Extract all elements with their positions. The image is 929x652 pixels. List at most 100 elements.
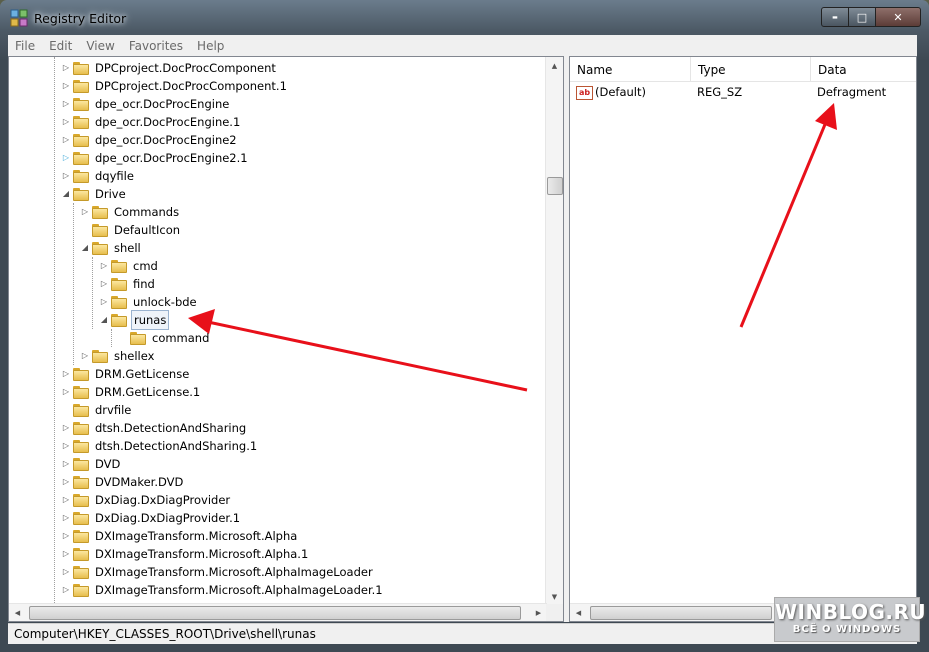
tree-vertical-scrollbar[interactable]: ▲ ▼: [545, 57, 563, 605]
expand-icon[interactable]: ▷: [61, 441, 71, 451]
tree-item[interactable]: ▷ DxDiag.DxDiagProvider: [61, 491, 232, 509]
scroll-thumb[interactable]: [547, 177, 563, 195]
scroll-thumb[interactable]: [590, 606, 772, 620]
tree-item-label: DxDiag.DxDiagProvider.1: [95, 511, 241, 525]
expand-icon[interactable]: ▷: [61, 387, 71, 397]
collapse-icon[interactable]: ◢: [99, 315, 109, 325]
expand-icon[interactable]: ▷: [99, 279, 109, 289]
tree-item[interactable]: ▷ dpe_ocr.DocProcEngine2.1: [61, 149, 250, 167]
folder-icon: [73, 439, 89, 453]
scroll-thumb[interactable]: [29, 606, 521, 620]
value-row[interactable]: ab (Default) REG_SZ Defragment: [570, 83, 916, 101]
tree-item[interactable]: ▷ DXImageTransform.Microsoft.AlphaImageLo…: [61, 563, 375, 581]
tree-horizontal-scrollbar[interactable]: ◀ ▶: [9, 603, 547, 621]
folder-icon: [73, 367, 89, 381]
tree-item-label: dpe_ocr.DocProcEngine: [95, 97, 230, 111]
tree-item-label: unlock-bde: [133, 295, 197, 309]
menu-bar: File Edit View Favorites Help: [8, 35, 917, 56]
expand-icon[interactable]: ▷: [61, 99, 71, 109]
menu-view[interactable]: View: [79, 39, 121, 53]
menu-help[interactable]: Help: [190, 39, 231, 53]
expand-icon[interactable]: ▷: [61, 135, 71, 145]
scroll-left-icon[interactable]: ◀: [570, 604, 587, 621]
tree-item[interactable]: ▷ DxDiag.DxDiagProvider.1: [61, 509, 242, 527]
tree-item[interactable]: ▷ find: [99, 275, 157, 293]
tree-item[interactable]: ▷ dpe_ocr.DocProcEngine: [61, 95, 231, 113]
expand-icon[interactable]: ▷: [61, 513, 71, 523]
menu-favorites[interactable]: Favorites: [122, 39, 190, 53]
expand-icon[interactable]: ▷: [61, 549, 71, 559]
expand-icon[interactable]: ▷: [80, 351, 90, 361]
column-header-data[interactable]: Data: [811, 57, 916, 81]
maximize-icon: □: [856, 10, 868, 24]
tree-item[interactable]: ▷ DXImageTransform.Microsoft.Alpha.1: [61, 545, 310, 563]
tree-item-label: cmd: [133, 259, 158, 273]
expand-icon[interactable]: ▷: [61, 369, 71, 379]
expand-icon[interactable]: ▷: [61, 423, 71, 433]
tree-item[interactable]: ▷ dqyfile: [61, 167, 136, 185]
expand-icon[interactable]: ▷: [61, 567, 71, 577]
tree-item-label: DRM.GetLicense: [95, 367, 190, 381]
tree-item[interactable]: ◢ shell: [80, 239, 143, 257]
tree-item[interactable]: ▷ dtsh.DetectionAndSharing: [61, 419, 248, 437]
expand-icon[interactable]: ▷: [61, 531, 71, 541]
folder-icon: [73, 421, 89, 435]
tree-item[interactable]: command: [118, 329, 211, 347]
expand-icon[interactable]: ▷: [99, 261, 109, 271]
menu-file[interactable]: File: [8, 39, 42, 53]
scroll-left-icon[interactable]: ◀: [9, 604, 26, 621]
expand-icon[interactable]: ▷: [61, 117, 71, 127]
tree-item[interactable]: ▷ DXImageTransform.Microsoft.Alpha: [61, 527, 299, 545]
values-pane[interactable]: Name Type Data ab (Default) REG_SZ Defrag…: [569, 56, 917, 622]
collapse-icon[interactable]: ◢: [61, 189, 71, 199]
expand-icon[interactable]: ▷: [61, 63, 71, 73]
minimize-button[interactable]: ▬: [821, 7, 849, 27]
tree-item[interactable]: drvfile: [61, 401, 133, 419]
tree-item-selected[interactable]: ◢ runas: [99, 310, 170, 330]
expand-icon[interactable]: ▷: [61, 585, 71, 595]
tree-item[interactable]: ▷ shellex: [80, 347, 156, 365]
expand-icon[interactable]: ▷: [99, 297, 109, 307]
title-bar[interactable]: Registry Editor ▬ □ ✕: [0, 0, 929, 34]
expand-icon[interactable]: ▷: [61, 171, 71, 181]
tree-item[interactable]: ▷ DPCproject.DocProcComponent.1: [61, 77, 289, 95]
tree-item[interactable]: ▷ dtsh.DetectionAndSharing.1: [61, 437, 259, 455]
column-header-type[interactable]: Type: [691, 57, 811, 81]
expand-icon[interactable]: ▷: [61, 153, 71, 163]
menu-edit[interactable]: Edit: [42, 39, 79, 53]
tree-item[interactable]: ▷ dpe_ocr.DocProcEngine2: [61, 131, 239, 149]
tree-item[interactable]: ▷ dpe_ocr.DocProcEngine.1: [61, 113, 242, 131]
collapse-icon[interactable]: ◢: [80, 243, 90, 253]
tree-item-label: DVDMaker.DVD: [95, 475, 184, 489]
tree-item[interactable]: ▷ Commands: [80, 203, 181, 221]
value-type: REG_SZ: [697, 85, 743, 99]
tree-pane[interactable]: ▷ DPCproject.DocProcComponent ▷ DPCproject…: [8, 56, 564, 622]
tree-guide-line: [54, 57, 55, 605]
scroll-up-icon[interactable]: ▲: [546, 57, 563, 74]
column-header-name[interactable]: Name: [570, 57, 691, 81]
folder-icon: [73, 583, 89, 597]
scroll-right-icon[interactable]: ▶: [530, 604, 547, 621]
tree-item[interactable]: ▷ unlock-bde: [99, 293, 199, 311]
folder-icon: [73, 565, 89, 579]
folder-icon: [73, 385, 89, 399]
tree-item[interactable]: ▷ DVDMaker.DVD: [61, 473, 185, 491]
scroll-down-icon[interactable]: ▼: [546, 588, 563, 605]
expand-icon[interactable]: ▷: [80, 207, 90, 217]
tree-item[interactable]: ▷ DRM.GetLicense: [61, 365, 191, 383]
expand-icon[interactable]: ▷: [61, 459, 71, 469]
tree-item[interactable]: ▷ cmd: [99, 257, 160, 275]
tree-item[interactable]: ◢ Drive: [61, 185, 128, 203]
tree-item[interactable]: DefaultIcon: [80, 221, 182, 239]
tree-item[interactable]: ▷ DPCproject.DocProcComponent: [61, 59, 278, 77]
tree-item[interactable]: ▷ DRM.GetLicense.1: [61, 383, 202, 401]
string-value-icon: ab: [576, 85, 593, 100]
tree-item-label: shellex: [114, 349, 155, 363]
expand-icon[interactable]: ▷: [61, 81, 71, 91]
expand-icon[interactable]: ▷: [61, 495, 71, 505]
expand-icon[interactable]: ▷: [61, 477, 71, 487]
tree-item[interactable]: ▷ DXImageTransform.Microsoft.AlphaImageLo…: [61, 581, 385, 599]
tree-item[interactable]: ▷ DVD: [61, 455, 122, 473]
close-button[interactable]: ✕: [876, 7, 921, 27]
maximize-button[interactable]: □: [849, 7, 876, 27]
